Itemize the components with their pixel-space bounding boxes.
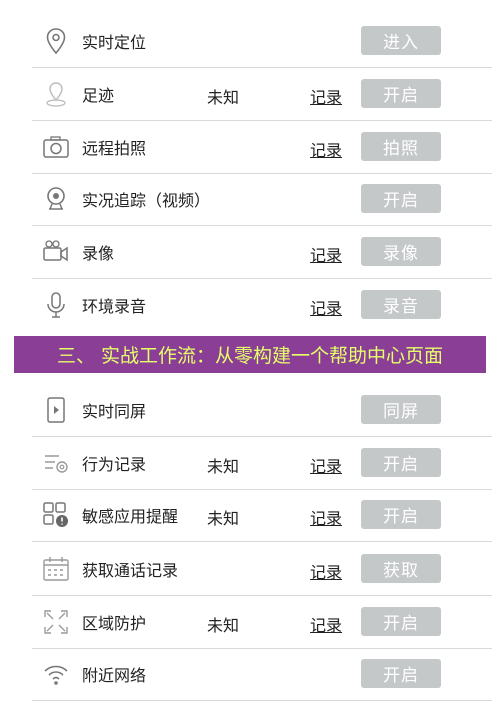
row-sensitive-app-alert[interactable]: 敏感应用提醒 未知 记录 开启 bbox=[32, 489, 492, 542]
row-call-log[interactable]: 获取通话记录 记录 获取 bbox=[32, 543, 492, 596]
enter-button[interactable]: 进入 bbox=[361, 26, 441, 55]
app-alert-icon bbox=[38, 497, 74, 533]
enable-button[interactable]: 开启 bbox=[361, 607, 441, 636]
status-text: 未知 bbox=[207, 88, 240, 107]
status-text: 未知 bbox=[207, 616, 240, 635]
row-label: 获取通话记录 bbox=[82, 561, 179, 580]
record-link[interactable]: 记录 bbox=[310, 505, 342, 529]
row-footprint[interactable]: 足迹 未知 记录 开启 bbox=[32, 68, 492, 121]
record-link[interactable]: 记录 bbox=[310, 242, 342, 266]
row-ambient-audio[interactable]: 环境录音 记录 录音 bbox=[32, 279, 460, 331]
divider bbox=[32, 541, 492, 542]
camera-icon bbox=[38, 129, 74, 165]
row-screen-mirror[interactable]: 实时同屏 同屏 bbox=[32, 384, 492, 437]
row-label: 实时同屏 bbox=[82, 402, 147, 421]
row-label: 敏感应用提醒 bbox=[82, 507, 179, 526]
mirror-button[interactable]: 同屏 bbox=[361, 395, 441, 424]
status-text: 未知 bbox=[207, 509, 240, 528]
enable-button[interactable]: 开启 bbox=[361, 448, 441, 477]
wifi-icon bbox=[38, 656, 74, 692]
footprint-icon bbox=[38, 76, 74, 112]
row-label: 环境录音 bbox=[82, 297, 147, 316]
divider bbox=[32, 700, 492, 701]
calendar-call-log-icon bbox=[38, 551, 74, 587]
row-label: 足迹 bbox=[82, 86, 115, 105]
fetch-button[interactable]: 获取 bbox=[361, 554, 441, 583]
row-nearby-network[interactable]: 附近网络 开启 bbox=[32, 648, 492, 701]
record-link[interactable]: 记录 bbox=[310, 137, 342, 161]
row-label: 实况追踪（视频） bbox=[82, 191, 211, 210]
behavior-log-icon bbox=[38, 445, 74, 481]
row-label: 区域防护 bbox=[82, 614, 147, 633]
row-behavior-log[interactable]: 行为记录 未知 记录 开启 bbox=[32, 437, 492, 490]
row-area-protection[interactable]: 区域防护 未知 记录 开启 bbox=[32, 596, 492, 649]
row-label: 录像 bbox=[82, 244, 115, 263]
area-protect-icon bbox=[38, 604, 74, 640]
record-link[interactable]: 记录 bbox=[310, 295, 342, 319]
location-pin-icon bbox=[38, 23, 74, 59]
enable-button[interactable]: 开启 bbox=[361, 500, 441, 529]
row-label: 远程拍照 bbox=[82, 139, 147, 158]
record-link[interactable]: 记录 bbox=[310, 612, 342, 636]
enable-button[interactable]: 开启 bbox=[361, 659, 441, 688]
section-banner: 三、 实战工作流：从零构建一个帮助中心页面 bbox=[14, 336, 486, 373]
status-text: 未知 bbox=[207, 457, 240, 476]
row-label: 附近网络 bbox=[82, 666, 147, 685]
row-label: 实时定位 bbox=[82, 33, 147, 52]
enable-button[interactable]: 开启 bbox=[361, 79, 441, 108]
webcam-icon bbox=[38, 181, 74, 217]
row-label: 行为记录 bbox=[82, 455, 147, 474]
video-camera-icon bbox=[38, 234, 74, 270]
record-link[interactable]: 记录 bbox=[310, 559, 342, 583]
enable-button[interactable]: 开启 bbox=[361, 184, 441, 213]
take-photo-button[interactable]: 拍照 bbox=[361, 132, 441, 161]
record-link[interactable]: 记录 bbox=[310, 84, 342, 108]
row-live-tracking[interactable]: 实况追踪（视频） 开启 bbox=[32, 173, 492, 226]
row-video-record[interactable]: 录像 记录 录像 bbox=[32, 226, 492, 279]
record-link[interactable]: 记录 bbox=[310, 453, 342, 477]
record-video-button[interactable]: 录像 bbox=[361, 237, 441, 266]
row-realtime-location[interactable]: 实时定位 进入 bbox=[32, 15, 492, 68]
record-audio-button[interactable]: 录音 bbox=[361, 290, 441, 319]
microphone-icon bbox=[38, 287, 74, 323]
row-remote-photo[interactable]: 远程拍照 记录 拍照 bbox=[32, 121, 492, 174]
phone-screen-icon bbox=[38, 392, 74, 428]
